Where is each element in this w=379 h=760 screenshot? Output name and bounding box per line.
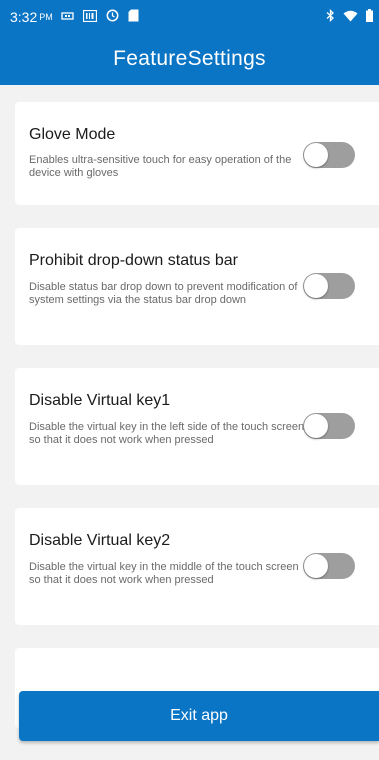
app-bar: FeatureSettings <box>0 33 379 85</box>
setting-title: Prohibit drop-down status bar <box>29 252 238 269</box>
setting-title: Disable Virtual key1 <box>29 392 171 409</box>
setting-card-prohibit-status-bar: Prohibit drop-down status bar Disable st… <box>15 228 379 345</box>
setting-description: Disable status bar drop down to prevent … <box>29 281 298 306</box>
toggle-knob <box>304 554 328 578</box>
toggle-knob <box>304 143 328 167</box>
battery-icon <box>366 8 373 25</box>
prohibit-status-bar-toggle[interactable] <box>303 273 355 299</box>
toggle-knob <box>304 274 328 298</box>
setting-description: Disable the virtual key in the middle of… <box>29 561 299 586</box>
settings-list: Glove Mode Enables ultra-sensitive touch… <box>0 85 379 760</box>
status-ampm: PM <box>39 11 53 22</box>
exit-app-button[interactable]: Exit app <box>19 691 379 741</box>
setting-card-glove-mode: Glove Mode Enables ultra-sensitive touch… <box>15 102 379 205</box>
page-title: FeatureSettings <box>113 47 266 70</box>
wifi-icon <box>343 9 358 25</box>
bluetooth-icon <box>326 8 335 25</box>
status-bar: 3:32 PM <box>0 0 379 33</box>
virtual-key2-toggle[interactable] <box>303 553 355 579</box>
setting-card-virtual-key2: Disable Virtual key2 Disable the virtual… <box>15 508 379 625</box>
toggle-knob <box>304 414 328 438</box>
barcode-icon <box>82 9 97 25</box>
virtual-key1-toggle[interactable] <box>303 413 355 439</box>
setting-description: Disable the virtual key in the left side… <box>29 421 305 446</box>
setting-card-virtual-key1: Disable Virtual key1 Disable the virtual… <box>15 368 379 485</box>
setting-title: Glove Mode <box>29 126 116 143</box>
sd-card-icon <box>128 9 139 25</box>
status-time: 3:32 <box>10 8 38 25</box>
setting-title: Disable Virtual key2 <box>29 532 171 549</box>
setting-description: Enables ultra-sensitive touch for easy o… <box>29 154 292 179</box>
usb-icon <box>61 9 74 25</box>
glove-mode-toggle[interactable] <box>303 142 355 168</box>
alarm-icon <box>106 9 119 25</box>
